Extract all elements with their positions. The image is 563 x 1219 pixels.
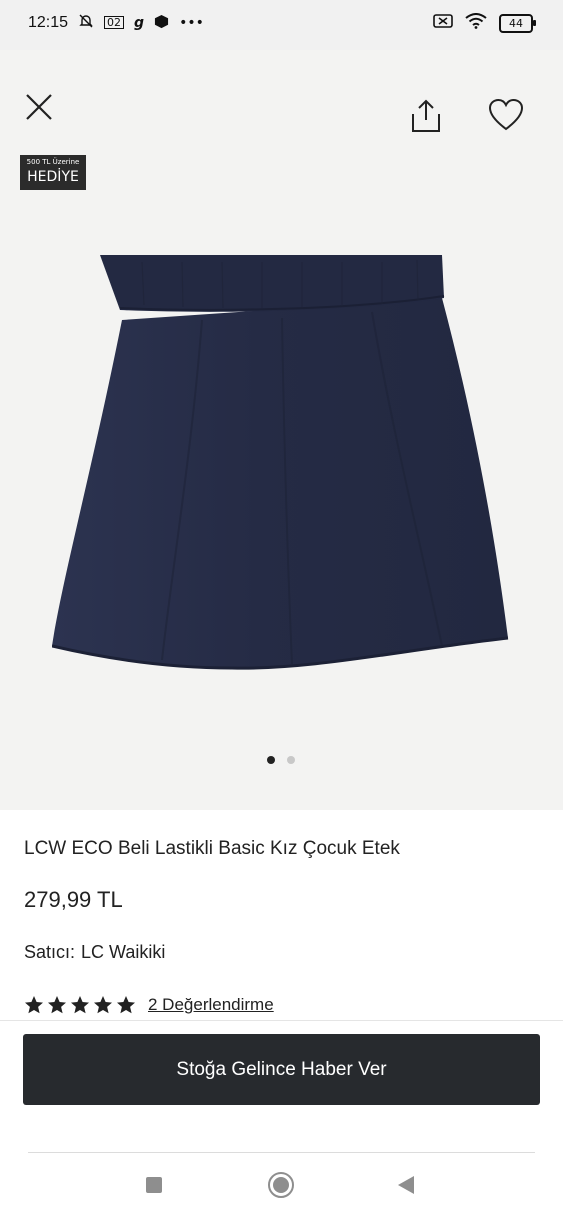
- divider: [0, 1020, 563, 1021]
- rating-row: 2 Değerlendirme: [24, 995, 274, 1015]
- more-dots-icon: •••: [179, 14, 204, 31]
- seller-name[interactable]: LC Waikiki: [81, 942, 165, 962]
- product-title: LCW ECO Beli Lastikli Basic Kız Çocuk Et…: [24, 838, 400, 859]
- star-icon: [117, 996, 135, 1014]
- status-left: 12:15 02 g •••: [28, 13, 204, 32]
- carrier-02-icon: 02: [104, 16, 125, 29]
- favorite-button[interactable]: [488, 98, 524, 132]
- reviews-link[interactable]: 2 Değerlendirme: [148, 995, 274, 1015]
- home-icon-inner: [273, 1177, 289, 1193]
- share-button[interactable]: [409, 98, 443, 134]
- notify-when-in-stock-button[interactable]: Stoğa Gelince Haber Ver: [23, 1034, 540, 1105]
- star-icon: [94, 996, 112, 1014]
- promo-badge: 500 TL Üzerine HEDİYE: [20, 155, 86, 190]
- gallery-dot-2[interactable]: [287, 756, 295, 764]
- rating-stars: [24, 995, 136, 1015]
- system-nav-bar: [0, 1160, 563, 1219]
- back-icon[interactable]: [398, 1176, 414, 1194]
- no-sim-icon: [433, 13, 453, 33]
- nav-divider: [28, 1152, 535, 1153]
- battery-level: 44: [509, 16, 523, 30]
- close-icon: [26, 94, 52, 120]
- close-button[interactable]: [24, 92, 54, 122]
- product-price: 279,99 TL: [24, 887, 123, 912]
- home-icon[interactable]: [268, 1172, 294, 1198]
- box-icon: [154, 14, 169, 32]
- share-icon: [412, 99, 440, 132]
- star-icon: [71, 996, 89, 1014]
- gallery-dot-1[interactable]: [267, 756, 275, 764]
- battery-icon: 44: [499, 13, 536, 33]
- status-right: 44: [433, 13, 536, 33]
- clock: 12:15: [28, 13, 69, 31]
- star-icon: [25, 996, 43, 1014]
- star-icon: [48, 996, 66, 1014]
- promo-badge-subtitle: 500 TL Üzerine: [26, 158, 80, 166]
- heart-icon: [488, 98, 524, 131]
- mute-bell-icon: [78, 13, 94, 32]
- g-app-icon: g: [134, 14, 145, 31]
- recent-apps-icon[interactable]: [146, 1177, 162, 1193]
- promo-badge-title: HEDİYE: [27, 169, 79, 185]
- product-photo: [52, 255, 509, 670]
- wifi-icon: [465, 13, 487, 33]
- status-bar: 12:15 02 g ••• 44: [0, 0, 563, 50]
- seller-label: Satıcı:: [24, 942, 76, 962]
- seller-info: Satıcı: LC Waikiki: [24, 942, 165, 963]
- gallery-dots: [267, 756, 295, 764]
